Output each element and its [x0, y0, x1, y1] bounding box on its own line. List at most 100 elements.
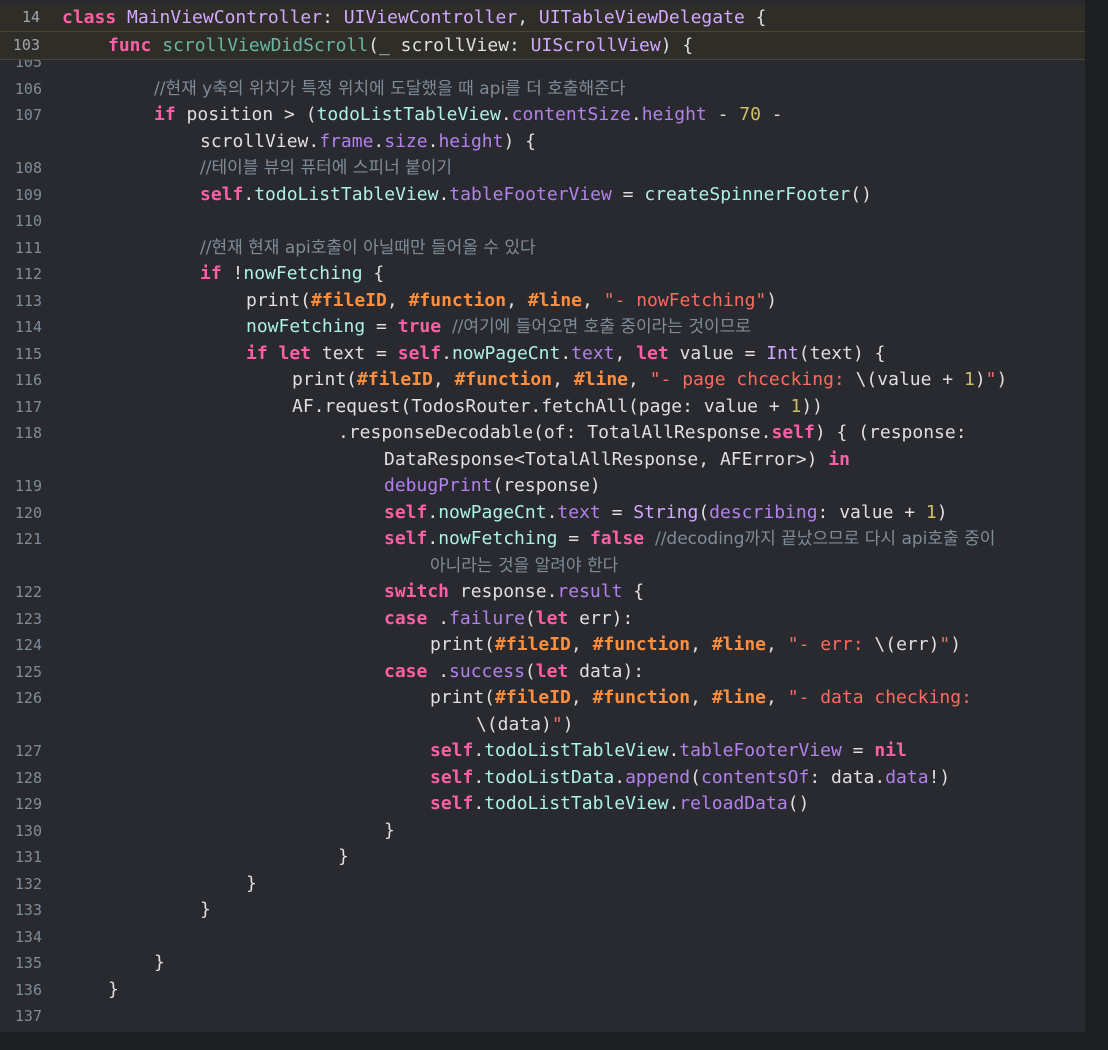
- code-line[interactable]: 136}: [0, 977, 1085, 1003]
- code-line[interactable]: 120 self.nowPageCnt.text = String(describ…: [0, 500, 1085, 526]
- code-line[interactable]: 121 self.nowFetching = false //decoding까지…: [0, 526, 1085, 552]
- code-text[interactable]: self.nowFetching = false //decoding까지 끝났…: [384, 526, 995, 552]
- code-text[interactable]: //현재 현재 api호출이 아닐때만 들어올 수 있다: [200, 235, 536, 261]
- code-token: .: [438, 183, 450, 205]
- code-text[interactable]: DataResponse<TotalAllResponse, AFError>)…: [384, 447, 850, 473]
- code-text[interactable]: case .success(let data):: [384, 659, 644, 685]
- code-token: .: [473, 740, 485, 761]
- code-line[interactable]: 116 print(#fileID, #function, #line, "- p…: [0, 367, 1085, 393]
- code-token: #line: [573, 369, 628, 390]
- code-line[interactable]: 113 print(#fileID, #function, #line, "- n…: [0, 288, 1085, 314]
- code-line[interactable]: 112 if !nowFetching {: [0, 261, 1085, 287]
- code-text[interactable]: scrollView.frame.size.height) {: [200, 129, 536, 155]
- code-line[interactable]: 107 if position > (todoListTableView.cont…: [0, 102, 1085, 128]
- code-line[interactable]: 130}: [0, 818, 1085, 844]
- code-token: =: [841, 740, 875, 761]
- code-line[interactable]: 아니라는 것을 알려야 한다: [0, 553, 1085, 579]
- code-line[interactable]: 128 self.todoListData.append(contentsOf: …: [0, 765, 1085, 791]
- code-text[interactable]: self.todoListTableView.reloadData(): [430, 791, 809, 817]
- code-text[interactable]: class MainViewController: UIViewControll…: [62, 4, 766, 31]
- code-text[interactable]: //테이블 뷰의 퓨터에 스피너 붙이기: [200, 155, 452, 181]
- code-text[interactable]: debugPrint(response): [384, 473, 601, 499]
- code-token: {: [362, 263, 385, 284]
- code-text[interactable]: print(#fileID, #function, #line, "- err:…: [430, 632, 961, 658]
- code-text[interactable]: case .failure(let err):: [384, 606, 633, 632]
- code-token: String: [633, 501, 699, 523]
- line-number: 119: [14, 477, 42, 495]
- code-text[interactable]: self.todoListTableView.tableFooterView =…: [430, 738, 907, 764]
- code-line[interactable]: 109 self.todoListTableView.tableFooterVie…: [0, 182, 1085, 208]
- code-text[interactable]: }: [108, 977, 119, 1003]
- code-line[interactable]: 129 self.todoListTableView.reloadData(): [0, 791, 1085, 817]
- code-line[interactable]: 126 print(#fileID, #function, #line, "- d…: [0, 685, 1085, 711]
- code-token: ,: [690, 687, 712, 708]
- code-line[interactable]: 124 print(#fileID, #function, #line, "- e…: [0, 632, 1085, 658]
- code-text[interactable]: }: [338, 844, 349, 870]
- code-line[interactable]: 137: [0, 1003, 1085, 1029]
- code-token: self: [384, 501, 428, 523]
- code-line[interactable]: 132}: [0, 871, 1085, 897]
- code-line[interactable]: 135}: [0, 950, 1085, 976]
- code-text[interactable]: }: [384, 818, 395, 844]
- code-line[interactable]: 111 //현재 현재 api호출이 아닐때만 들어올 수 있다: [0, 235, 1085, 261]
- code-text[interactable]: }: [200, 897, 211, 923]
- code-line[interactable]: 119 debugPrint(response): [0, 473, 1085, 499]
- code-text[interactable]: self.nowPageCnt.text = String(describing…: [384, 500, 948, 526]
- code-text[interactable]: 아니라는 것을 알려야 한다: [430, 553, 618, 579]
- code-text[interactable]: switch response.result {: [384, 579, 644, 605]
- code-line[interactable]: 108 //테이블 뷰의 퓨터에 스피너 붙이기: [0, 155, 1085, 181]
- code-line[interactable]: 106 //현재 y축의 위치가 특정 위치에 도달했을 때 api를 더 호출해…: [0, 76, 1085, 102]
- code-line[interactable]: 125 case .success(let data):: [0, 659, 1085, 685]
- code-line[interactable]: 134: [0, 924, 1085, 950]
- code-line[interactable]: 133}: [0, 897, 1085, 923]
- code-text[interactable]: if position > (todoListTableView.content…: [154, 102, 783, 128]
- code-text[interactable]: }: [154, 950, 165, 976]
- code-text[interactable]: \(data)"): [476, 712, 574, 738]
- code-text[interactable]: if let text = self.nowPageCnt.text, let …: [246, 341, 885, 367]
- code-text[interactable]: print(#fileID, #function, #line, "- page…: [292, 367, 1007, 393]
- code-token: _ scrollView:: [378, 35, 531, 56]
- code-text[interactable]: AF.request(TodosRouter.fetchAll(page: va…: [292, 394, 823, 420]
- code-token: .: [473, 766, 485, 788]
- line-number: 124: [14, 636, 42, 654]
- code-line[interactable]: 117 AF.request(TodosRouter.fetchAll(page:…: [0, 394, 1085, 420]
- code-token: }: [108, 978, 119, 1000]
- code-editor[interactable]: 105 106//현재 y축의 위치가 특정 위치에 도달했을 때 api를 더 …: [0, 0, 1085, 1032]
- code-line[interactable]: DataResponse<TotalAllResponse, AFError>)…: [0, 447, 1085, 473]
- code-text[interactable]: nowFetching = true //여기에 들어오면 호출 중이라는 것이…: [246, 314, 751, 340]
- code-token: case: [384, 660, 428, 682]
- code-text[interactable]: }: [246, 871, 257, 897]
- sticky-header-func[interactable]: 103 func scrollViewDidScroll(_ scrollView…: [0, 32, 1085, 60]
- code-text[interactable]: self.todoListData.append(contentsOf: dat…: [430, 765, 950, 791]
- code-line[interactable]: 127 self.todoListTableView.tableFooterVie…: [0, 738, 1085, 764]
- code-line[interactable]: 123 case .failure(let err):: [0, 606, 1085, 632]
- code-token: ": [939, 634, 951, 655]
- code-text[interactable]: .responseDecodable(of: TotalAllResponse.…: [338, 420, 967, 446]
- code-line[interactable]: 118 .responseDecodable(of: TotalAllRespon…: [0, 420, 1085, 446]
- code-token: #function: [408, 289, 507, 311]
- code-text[interactable]: if !nowFetching {: [200, 261, 384, 287]
- code-line[interactable]: \(data)"): [0, 712, 1085, 738]
- code-text[interactable]: func scrollViewDidScroll(_ scrollView: U…: [108, 32, 693, 59]
- code-line[interactable]: 115 if let text = self.nowPageCnt.text, l…: [0, 341, 1085, 367]
- code-line[interactable]: 114 nowFetching = true //여기에 들어오면 호출 중이라는…: [0, 314, 1085, 340]
- code-token: switch: [384, 581, 450, 602]
- code-line[interactable]: 131}: [0, 844, 1085, 870]
- code-token: self: [430, 793, 474, 814]
- code-line[interactable]: scrollView.frame.size.height) {: [0, 129, 1085, 155]
- code-token: reloadData: [679, 793, 788, 814]
- code-text[interactable]: print(#fileID, #function, #line, "- data…: [430, 685, 972, 711]
- code-line[interactable]: 122 switch response.result {: [0, 579, 1085, 605]
- code-text[interactable]: //현재 y축의 위치가 특정 위치에 도달했을 때 api를 더 호출해준다: [154, 76, 625, 102]
- code-token: tableFooterView: [449, 183, 612, 205]
- sticky-header-class[interactable]: 14 class MainViewController: UIViewContro…: [0, 4, 1085, 32]
- code-token: ) {: [503, 130, 536, 152]
- code-text[interactable]: print(#fileID, #function, #line, "- nowF…: [246, 288, 777, 314]
- code-token: .: [473, 793, 485, 814]
- code-text[interactable]: self.todoListTableView.tableFooterView =…: [200, 182, 872, 208]
- code-token: "- page chcecking:: [649, 369, 856, 390]
- code-token: !: [221, 263, 244, 284]
- code-token: let: [535, 607, 569, 629]
- code-line[interactable]: 110: [0, 208, 1085, 234]
- code-token: contentsOf: [700, 766, 810, 788]
